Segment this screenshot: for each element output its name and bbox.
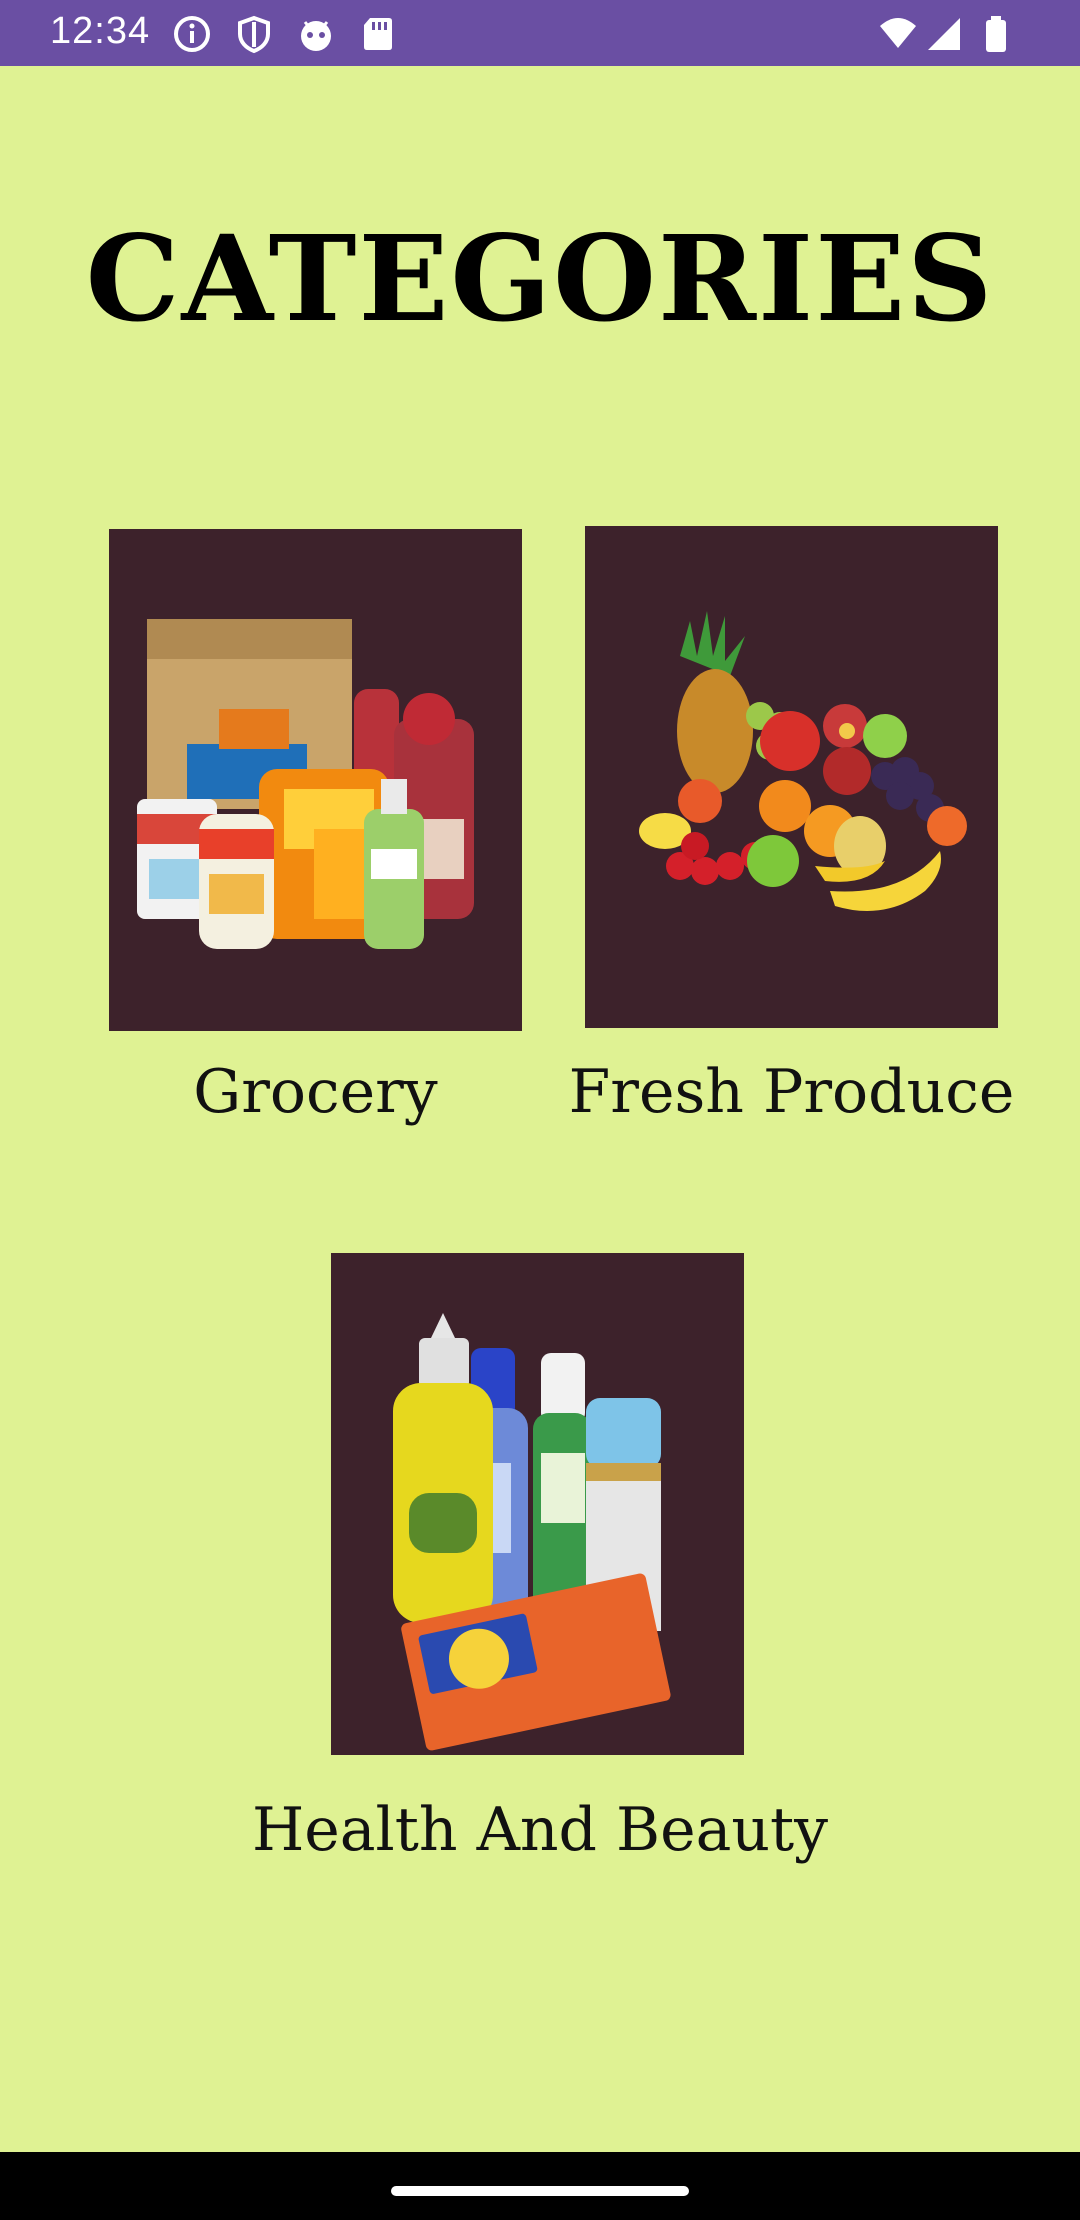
signal-icon (928, 18, 960, 50)
health-beauty-card[interactable] (331, 1253, 744, 1755)
grocery-label[interactable]: Grocery (79, 1062, 552, 1122)
page-title: CATEGORIES (85, 209, 995, 348)
sd-card-icon (364, 18, 392, 50)
home-gesture-handle[interactable] (391, 2186, 689, 2196)
fresh-produce-label[interactable]: Fresh Produce (555, 1062, 1028, 1122)
grocery-card[interactable] (109, 529, 522, 1031)
health-beauty-products-image (393, 1313, 671, 1751)
health-beauty-label[interactable]: Health And Beauty (240, 1800, 840, 1860)
status-time: 12:34 (50, 10, 151, 52)
fruit-basket-image (639, 611, 967, 911)
info-icon (174, 16, 210, 52)
status-bar: 12:34 (0, 0, 1080, 66)
shield-icon (238, 15, 270, 54)
wifi-icon (880, 18, 916, 48)
fresh-produce-card[interactable] (585, 526, 998, 1028)
grocery-products-image (137, 619, 474, 949)
battery-icon (986, 16, 1006, 52)
android-icon (301, 21, 331, 51)
